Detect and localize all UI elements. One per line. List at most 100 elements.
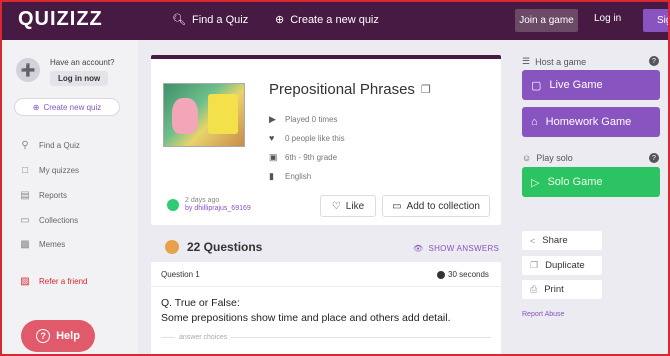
duplicate-button[interactable]: ❐ Duplicate bbox=[522, 256, 602, 275]
add-to-collection-label: Add to collection bbox=[406, 200, 480, 212]
thumbnail-figure bbox=[208, 94, 238, 134]
show-answers-toggle[interactable]: 👁︎ SHOW ANSWERS bbox=[413, 244, 499, 253]
copy-icon[interactable]: ❐ bbox=[421, 83, 431, 96]
author-info: 2 days ago by dhilliprajus_69169 bbox=[167, 197, 251, 213]
folder-icon: ▭ bbox=[20, 215, 30, 226]
host-help-icon[interactable]: ? bbox=[649, 56, 659, 66]
create-new-quiz-button[interactable]: ⊕ Create new quiz bbox=[14, 98, 120, 116]
folder-icon: ▭ bbox=[392, 200, 402, 212]
homework-game-label: Homework Game bbox=[545, 116, 632, 128]
question-time-text: 30 seconds bbox=[448, 270, 489, 279]
heart-icon: ♥ bbox=[269, 133, 275, 143]
login-now-button[interactable]: Log in now bbox=[50, 71, 109, 86]
print-button[interactable]: ⎙ Print bbox=[522, 280, 602, 299]
play-outline-icon: ▷ bbox=[531, 176, 540, 189]
sidebar-item-label: Memes bbox=[39, 240, 66, 249]
sidebar-item-label: Reports bbox=[39, 191, 68, 200]
duplicate-icon: ❐ bbox=[530, 260, 539, 270]
sidebar-item-refer-friend[interactable]: ▨ Refer a friend bbox=[20, 276, 87, 287]
answer-choices-divider: answer choices bbox=[161, 334, 491, 341]
likes-count: 0 people like this bbox=[285, 133, 345, 143]
nav-create-quiz[interactable]: ⊕ Create a new quiz bbox=[275, 13, 379, 27]
meta-grade: ▣ 6th - 9th grade bbox=[269, 152, 337, 163]
question-divider bbox=[151, 286, 501, 287]
live-game-button[interactable]: ▢ Live Game bbox=[522, 70, 660, 100]
thumbnail-figure bbox=[172, 98, 198, 134]
account-prompt: Have an account? bbox=[50, 58, 115, 67]
quiz-title: Prepositional Phrases ❐ bbox=[269, 81, 431, 98]
question-text-line2: Some prepositions show time and place an… bbox=[161, 312, 451, 324]
share-button[interactable]: < Share bbox=[522, 231, 602, 250]
document-icon: □ bbox=[21, 165, 29, 176]
divider-line bbox=[231, 337, 491, 338]
like-label: Like bbox=[345, 200, 365, 212]
duplicate-label: Duplicate bbox=[545, 260, 585, 271]
meta-played: ▶ Played 0 times bbox=[269, 114, 337, 125]
nav-find-quiz-label: Find a Quiz bbox=[191, 13, 249, 26]
host-game-label: ☰ Host a game bbox=[522, 56, 586, 67]
user-icon: ☺ bbox=[522, 153, 532, 163]
show-answers-label: SHOW ANSWERS bbox=[428, 244, 500, 253]
quiz-thumbnail-image bbox=[163, 83, 245, 147]
quizizz-logo[interactable]: QUIZIZZ bbox=[18, 8, 103, 31]
quiz-title-text: Prepositional Phrases bbox=[269, 81, 415, 98]
quiz-info-card: Prepositional Phrases ❐ ▶ Played 0 times… bbox=[151, 55, 501, 225]
join-game-button[interactable]: Join a game bbox=[515, 9, 578, 32]
live-game-label: Live Game bbox=[549, 79, 603, 91]
questions-icon bbox=[165, 240, 179, 254]
meta-likes: ♥ 0 people like this bbox=[269, 133, 345, 143]
played-count: Played 0 times bbox=[285, 115, 338, 124]
sidebar-item-collections[interactable]: ▭ Collections bbox=[20, 215, 78, 226]
sidebar-item-reports[interactable]: ▤ Reports bbox=[20, 190, 67, 201]
solo-help-icon[interactable]: ? bbox=[649, 153, 659, 163]
grade-icon: ▣ bbox=[269, 152, 278, 162]
homework-game-button[interactable]: ⌂ Homework Game bbox=[522, 107, 660, 137]
question-text: Q. True or False: Some prepositions show… bbox=[161, 296, 496, 326]
print-label: Print bbox=[544, 284, 564, 295]
question-icon: ? bbox=[36, 329, 51, 343]
nav-create-quiz-label: Create a new quiz bbox=[290, 13, 379, 26]
sidebar-item-label: My quizzes bbox=[39, 166, 80, 175]
login-link[interactable]: Log in bbox=[594, 13, 621, 24]
plus-circle-icon: ⊕ bbox=[275, 14, 285, 26]
question-count: 22 Questions bbox=[165, 240, 262, 254]
question-card: Question 1 30 seconds Q. True or False: … bbox=[151, 262, 501, 356]
question-time: 30 seconds bbox=[437, 270, 489, 279]
question-count-text: 22 Questions bbox=[187, 240, 263, 254]
share-label: Share bbox=[542, 235, 568, 246]
help-label: Help bbox=[56, 330, 80, 342]
share-icon: < bbox=[530, 235, 536, 246]
image-icon: ▩ bbox=[20, 239, 30, 250]
chart-icon: ▤ bbox=[20, 190, 30, 201]
host-icon: ☰ bbox=[522, 56, 531, 66]
like-button[interactable]: ♡ Like bbox=[320, 195, 376, 217]
live-game-icon: ▢ bbox=[531, 79, 542, 92]
solo-game-label: Solo Game bbox=[547, 176, 603, 188]
author-name[interactable]: by dhilliprajus_69169 bbox=[185, 205, 251, 213]
create-new-quiz-label: Create new quiz bbox=[43, 102, 102, 112]
questions-header: 22 Questions 👁︎ SHOW ANSWERS bbox=[151, 236, 501, 262]
meta-subject: ▮ English bbox=[269, 171, 311, 182]
sidebar-item-label: Find a Quiz bbox=[39, 141, 80, 150]
refer-friend-label: Refer a friend bbox=[39, 277, 88, 286]
heart-outline-icon: ♡ bbox=[331, 200, 341, 212]
question-text-line1: Q. True or False: bbox=[161, 297, 240, 309]
sidebar-item-find-quiz[interactable]: ⚲ Find a Quiz bbox=[20, 140, 80, 151]
play-solo-text: Play solo bbox=[536, 153, 573, 163]
top-navbar: QUIZIZZ 🔍︎ Find a Quiz ⊕ Create a new qu… bbox=[0, 0, 670, 40]
report-abuse-link[interactable]: Report Abuse bbox=[522, 311, 564, 318]
add-to-collection-button[interactable]: ▭ Add to collection bbox=[382, 195, 490, 217]
signup-button[interactable]: Sig bbox=[643, 9, 670, 32]
account-panel: ➕ Have an account? Log in now bbox=[16, 58, 115, 86]
gift-icon: ▨ bbox=[20, 276, 30, 287]
question-number: Question 1 bbox=[161, 270, 200, 279]
left-sidebar: ➕ Have an account? Log in now ⊕ Create n… bbox=[0, 40, 138, 356]
help-button[interactable]: ? Help bbox=[21, 320, 95, 352]
nav-find-quiz[interactable]: 🔍︎ Find a Quiz bbox=[172, 13, 249, 27]
host-game-text: Host a game bbox=[535, 56, 587, 67]
search-icon: ⚲ bbox=[21, 140, 29, 151]
solo-game-button[interactable]: ▷ Solo Game bbox=[522, 167, 660, 197]
sidebar-item-memes[interactable]: ▩ Memes bbox=[20, 239, 65, 250]
divider-line bbox=[161, 337, 175, 338]
sidebar-item-my-quizzes[interactable]: □ My quizzes bbox=[20, 165, 79, 176]
